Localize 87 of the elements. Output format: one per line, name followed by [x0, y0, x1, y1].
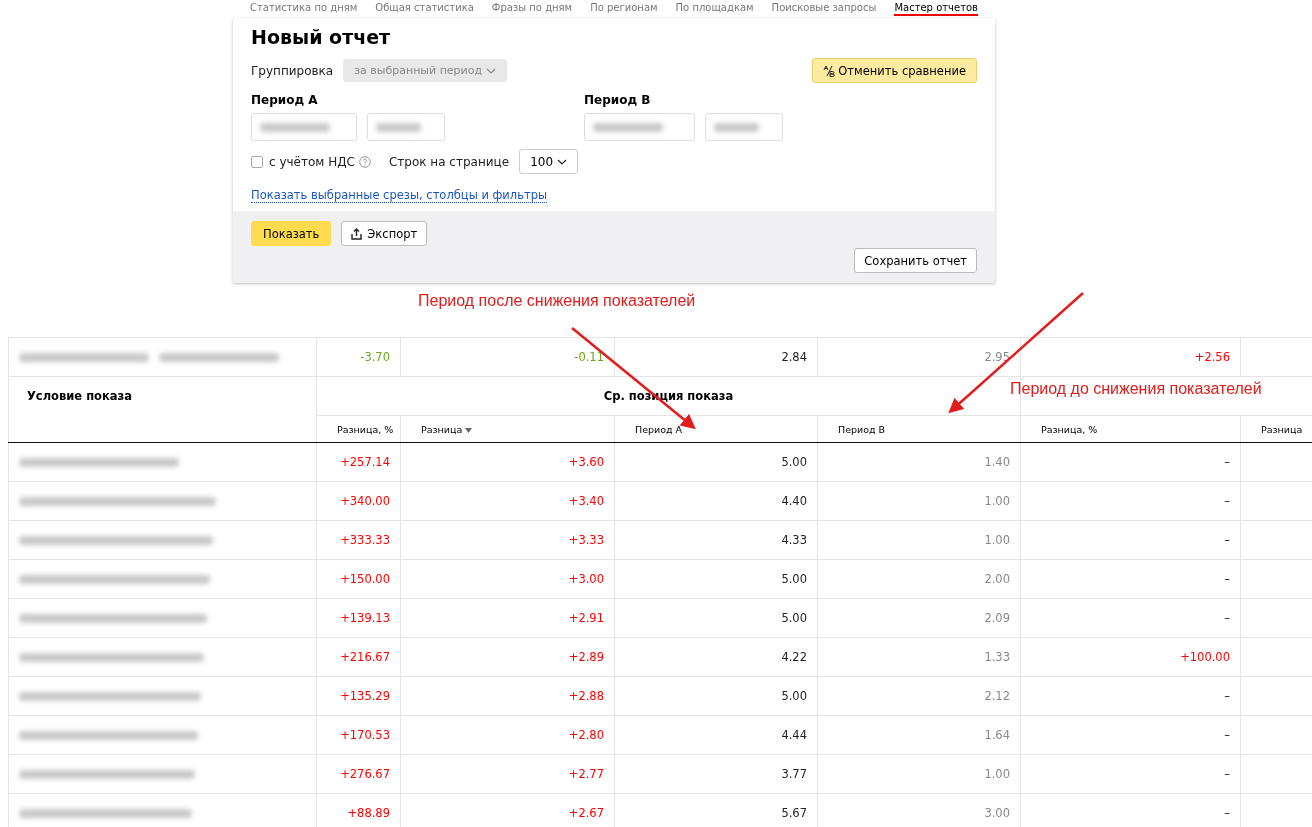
table-cell: 4.40 [614, 481, 818, 521]
table-cell: +276.67 [316, 754, 401, 794]
grouping-label: Группировка [251, 63, 334, 78]
table-cell: 1.00 [817, 520, 1021, 560]
table-cell: – [1020, 442, 1241, 482]
table-cell: +333.33 [316, 520, 401, 560]
table-cell: +2.88 [400, 676, 615, 716]
table-cell: – [1020, 715, 1241, 755]
report-tab[interactable]: Мастер отчетов [894, 2, 978, 16]
table-cell: 5.00 [614, 598, 818, 638]
table-cell: 5.00 [614, 442, 818, 482]
table-cell: +3.33 [400, 520, 615, 560]
export-button[interactable]: Экспорт [341, 221, 428, 246]
column-header[interactable]: Разница, % [1020, 415, 1241, 443]
table-cell: +3.00 [400, 559, 615, 599]
table-cell: 1.40 [817, 442, 1021, 482]
report-tab[interactable]: Поисковые запросы [771, 2, 877, 16]
table-cell: 1.64 [817, 715, 1021, 755]
compare-select[interactable] [705, 113, 783, 141]
date-field[interactable] [584, 113, 695, 141]
annotation-text: Период до снижения показателей [1010, 380, 1262, 398]
help-icon[interactable] [358, 155, 371, 168]
table-cell: +2.77 [400, 754, 615, 794]
table-cell: +2.89 [400, 637, 615, 677]
report-tab[interactable]: Фразы по дням [491, 2, 573, 16]
table-cell: 4.44 [614, 715, 818, 755]
table-cell: – [1020, 520, 1241, 560]
summary-cell: -0.11 [400, 337, 615, 377]
table-cell: 2.12 [817, 676, 1021, 716]
summary-cell: +2.56 [1020, 337, 1241, 377]
table-cell: – [1020, 598, 1241, 638]
compare-select[interactable] [367, 113, 445, 141]
report-title: Новый отчет [251, 26, 392, 48]
show-selected-link[interactable]: Показать выбранные срезы, столбцы и фильтры [251, 188, 548, 203]
period-b-label: Период B [584, 93, 652, 107]
rows-per-page-label: Строк на странице [388, 154, 510, 169]
table-cell: 5.00 [614, 559, 818, 599]
rows-per-page-select[interactable]: 100 [519, 149, 579, 174]
report-tab[interactable]: По площадкам [675, 2, 754, 16]
column-header[interactable]: Период B [817, 415, 1021, 443]
sort-icon [465, 427, 473, 433]
table-cell: +2.91 [400, 598, 615, 638]
upload-icon [351, 227, 363, 240]
save-report-button[interactable]: Сохранить отчет [854, 248, 977, 273]
table-cell: +3.60 [400, 442, 615, 482]
ab-icon [823, 64, 836, 77]
report-tab[interactable]: По регионам [590, 2, 658, 16]
table-cell: 4.22 [614, 637, 818, 677]
table-cell: +216.67 [316, 637, 401, 677]
table-cell: +100.00 [1020, 637, 1241, 677]
table-cell: +340.00 [316, 481, 401, 521]
chevron-icon [486, 67, 497, 74]
table-cell: +2.80 [400, 715, 615, 755]
table-cell: 1.33 [817, 637, 1021, 677]
vat-checkbox[interactable] [251, 155, 263, 168]
summary-cell: 2.84 [614, 337, 818, 377]
column-header[interactable]: Разница, % [316, 415, 401, 443]
table-cell: +135.29 [316, 676, 401, 716]
period-a-label: Период A [251, 93, 319, 107]
column-header[interactable]: Разница [400, 415, 615, 443]
table-cell: 1.00 [817, 481, 1021, 521]
summary-cell: -3.70 [316, 337, 401, 377]
table-cell: +150.00 [316, 559, 401, 599]
table-cell: 1.00 [817, 754, 1021, 794]
table-cell: 2.09 [817, 598, 1021, 638]
annotation-text: Период после снижения показателей [418, 292, 696, 310]
report-tab[interactable]: Статистика по дням [250, 2, 358, 16]
table-cell: – [1020, 481, 1241, 521]
table-cell: +257.14 [316, 442, 401, 482]
table-cell: +139.13 [316, 598, 401, 638]
vat-label: с учётом НДС [269, 154, 355, 169]
table-cell: – [1020, 559, 1241, 599]
chevron-icon [557, 158, 568, 165]
table-cell: 5.00 [614, 676, 818, 716]
table-cell: +3.40 [400, 481, 615, 521]
date-field[interactable] [251, 113, 357, 141]
report-tab[interactable]: Общая статистика [375, 2, 474, 16]
column-header[interactable]: Период A [614, 415, 818, 443]
table-cell: – [1020, 754, 1241, 794]
table-cell: 2.00 [817, 559, 1021, 599]
table-cell: +170.53 [316, 715, 401, 755]
cancel-compare-button[interactable]: Отменить сравнение [812, 58, 977, 83]
column-header: Условие показа [8, 376, 317, 443]
table-cell: 4.33 [614, 520, 818, 560]
table-cell: 3.77 [614, 754, 818, 794]
show-button[interactable]: Показать [251, 221, 332, 246]
table-cell: – [1020, 676, 1241, 716]
